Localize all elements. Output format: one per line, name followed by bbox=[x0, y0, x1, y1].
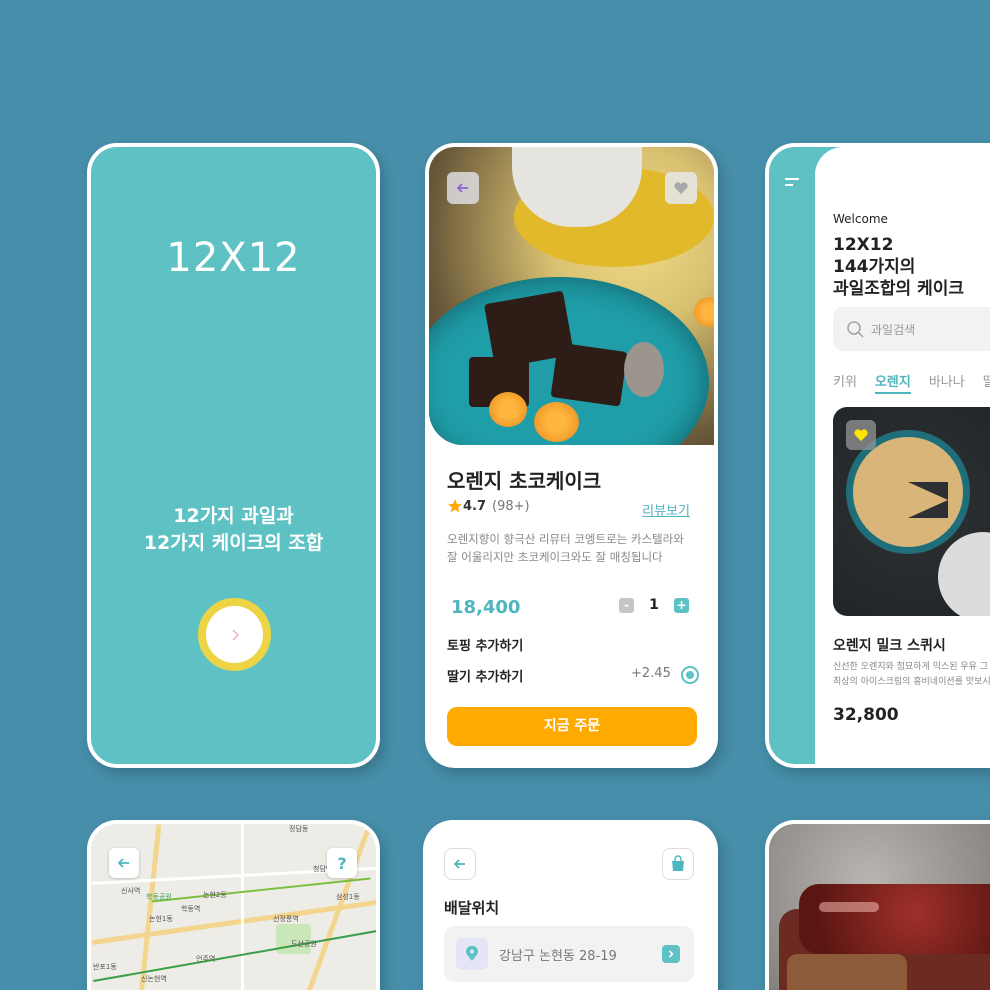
map-label: 신논현역 bbox=[141, 975, 167, 983]
product-card-image[interactable] bbox=[833, 407, 990, 616]
photo-orange bbox=[489, 392, 527, 427]
map-label: 도산공원 bbox=[291, 940, 317, 948]
map-label: 삼성1동 bbox=[336, 893, 360, 901]
location-pin-icon bbox=[466, 946, 478, 961]
home-headline: 12X12 144가지의 과일조합의 케이크 bbox=[833, 234, 964, 300]
headline-line-1: 12X12 bbox=[833, 235, 894, 255]
menu-icon[interactable] bbox=[783, 175, 801, 189]
card-product-price: 32,800 bbox=[833, 705, 899, 725]
topping-option-radio[interactable] bbox=[681, 666, 699, 684]
location-pin bbox=[456, 938, 488, 970]
welcome-text: Welcome bbox=[833, 212, 888, 226]
map-label: 학동공원 bbox=[146, 893, 172, 901]
photo-brownie bbox=[550, 342, 628, 407]
heart-icon bbox=[854, 429, 868, 441]
cake-photo-screen bbox=[765, 820, 990, 990]
map-label: 언주역 bbox=[196, 955, 216, 963]
tab-orange[interactable]: 오렌지 bbox=[874, 371, 911, 394]
tagline: 12가지 과일과 12가지 케이크의 조합 bbox=[91, 503, 376, 557]
photo-orange bbox=[534, 402, 579, 442]
card-favorite-button[interactable] bbox=[846, 420, 876, 450]
back-button[interactable] bbox=[444, 848, 476, 880]
search-icon bbox=[847, 321, 864, 338]
rating-count: (98+) bbox=[492, 498, 530, 514]
map-label: 선정릉역 bbox=[273, 915, 299, 923]
start-button[interactable] bbox=[198, 598, 271, 671]
increase-button[interactable]: + bbox=[674, 597, 689, 613]
topping-option-price: +2.45 bbox=[631, 666, 671, 681]
map-label: 반포1동 bbox=[93, 963, 117, 971]
tagline-line-1: 12가지 과일과 bbox=[173, 505, 294, 527]
chevron-right-icon bbox=[668, 950, 674, 958]
headline-line-2: 144가지의 bbox=[833, 257, 916, 277]
shopping-bag-icon bbox=[672, 855, 684, 871]
rating: 4.7 (98+) bbox=[447, 498, 530, 514]
back-button[interactable] bbox=[109, 848, 139, 878]
photo-cake-shine bbox=[819, 902, 879, 912]
tagline-line-2: 12가지 케이크의 조합 bbox=[143, 532, 324, 554]
brand-title: 12X12 bbox=[166, 235, 301, 281]
map-label: 신사역 bbox=[121, 887, 141, 895]
star-icon bbox=[448, 499, 462, 513]
map-label: 정담동 bbox=[289, 825, 309, 833]
home-panel: Welcome 12X12 144가지의 과일조합의 케이크 과일검색 키위 오… bbox=[815, 147, 990, 764]
product-description: 오렌지향이 향극산 리뮤터 코엥트로는 카스텔라와 잘 어울리지만 초코케이크와… bbox=[447, 532, 684, 564]
topping-option-label: 딸기 추가하기 bbox=[447, 670, 524, 685]
review-link[interactable]: 리뷰보기 bbox=[642, 500, 690, 519]
map-road bbox=[241, 824, 244, 990]
product-title: 오렌지 초코케이크 bbox=[447, 469, 602, 493]
search-placeholder: 과일검색 bbox=[871, 323, 916, 337]
tab-kiwi[interactable]: 키위 bbox=[833, 371, 857, 394]
headline-line-3: 과일조합의 케이크 bbox=[833, 279, 965, 299]
arrow-left-icon bbox=[456, 183, 468, 193]
photo-cake-glaze bbox=[799, 884, 990, 954]
photo-dish bbox=[938, 532, 990, 616]
delivery-location-screen: 배달위치 강남구 논현동 28-19 bbox=[423, 820, 718, 990]
delivery-title: 배달위치 bbox=[444, 899, 500, 917]
tab-strawberry[interactable]: 딸 bbox=[983, 371, 990, 394]
arrow-left-icon bbox=[453, 859, 465, 869]
splash-screen: 12X12 12가지 과일과 12가지 케이크의 조합 bbox=[87, 143, 380, 768]
map-label: 학동역 bbox=[181, 905, 201, 913]
tab-banana[interactable]: 바나나 bbox=[929, 371, 965, 394]
map-label: 논현1동 bbox=[149, 915, 173, 923]
favorite-button[interactable] bbox=[665, 172, 697, 204]
rating-value: 4.7 bbox=[463, 498, 487, 514]
map-road bbox=[135, 824, 162, 990]
category-tabs: 키위 오렌지 바나나 딸 bbox=[833, 371, 990, 394]
address-text: 강남구 논현동 28-19 bbox=[499, 949, 617, 964]
photo-orange bbox=[694, 297, 714, 327]
heart-icon bbox=[674, 182, 688, 194]
home-screen: Welcome 12X12 144가지의 과일조합의 케이크 과일검색 키위 오… bbox=[765, 143, 990, 768]
card-product-description: 신선한 오렌지와 첨묘하게 믹스된 우유 그 최상의 아이스크림의 흥비네이션를… bbox=[833, 660, 990, 690]
arrow-left-icon bbox=[117, 858, 129, 868]
address-field[interactable]: 강남구 논현동 28-19 bbox=[444, 926, 694, 982]
quantity-stepper: - 1 + bbox=[619, 597, 689, 613]
product-price: 18,400 bbox=[451, 597, 521, 618]
cart-button[interactable] bbox=[662, 848, 694, 880]
desc-line-1: 신선한 오렌지와 첨묘하게 믹스된 우유 그 bbox=[833, 662, 989, 672]
back-button[interactable] bbox=[447, 172, 479, 204]
address-go-button[interactable] bbox=[662, 945, 680, 963]
help-button[interactable]: ? bbox=[327, 848, 357, 878]
decrease-button[interactable]: - bbox=[619, 597, 634, 613]
map-screen: 정담동 신사역 학동공원 논현1동 학동역 논현2동 신논현역 언주역 반포1동… bbox=[87, 820, 380, 990]
photo-spoon bbox=[624, 342, 664, 397]
chevron-right-icon bbox=[232, 629, 240, 641]
desc-line-2: 최상의 아이스크림의 흥비네이션를 맛보시 bbox=[833, 677, 990, 687]
photo-tart bbox=[853, 437, 963, 547]
quantity-value: 1 bbox=[649, 597, 659, 613]
topping-heading: 토핑 추가하기 bbox=[447, 639, 524, 654]
product-detail-screen: 오렌지 초코케이크 4.7 (98+) 리뷰보기 오렌지향이 향극산 리뮤터 코… bbox=[425, 143, 718, 768]
photo-cake-sponge bbox=[787, 954, 907, 990]
map-label: 논현2동 bbox=[203, 891, 227, 899]
search-input[interactable]: 과일검색 bbox=[833, 307, 990, 351]
card-product-name: 오렌지 밀크 스퀴시 bbox=[833, 638, 946, 654]
order-now-button[interactable]: 지금 주문 bbox=[447, 707, 697, 746]
